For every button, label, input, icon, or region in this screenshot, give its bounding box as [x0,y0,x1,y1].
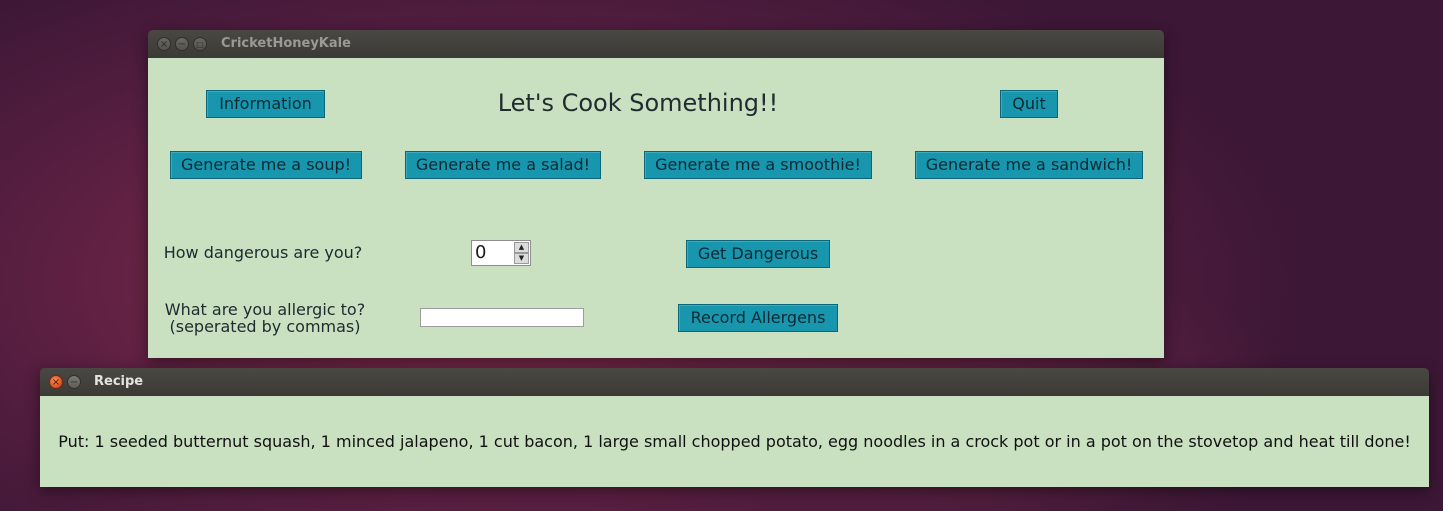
main-window: × − □ CricketHoneyKale Information Let's… [148,30,1164,358]
close-icon[interactable]: × [49,375,63,389]
quit-button[interactable]: Quit [1000,90,1058,118]
recipe-text: Put: 1 seeded butternut squash, 1 minced… [58,432,1411,451]
arrow-up-icon[interactable]: ▲ [514,242,529,253]
generate-smoothie-button[interactable]: Generate me a smoothie! [644,151,872,179]
window-title: Recipe [94,374,144,389]
information-button[interactable]: Information [206,90,325,118]
generate-salad-button[interactable]: Generate me a salad! [405,151,601,179]
minimize-icon[interactable]: − [67,375,81,389]
main-window-titlebar[interactable]: × − □ CricketHoneyKale [148,30,1164,58]
page-title: Let's Cook Something!! [497,89,779,117]
maximize-icon[interactable]: □ [193,37,207,51]
close-icon[interactable]: × [157,37,171,51]
recipe-window: × − Recipe Put: 1 seeded butternut squas… [40,368,1429,487]
minimize-icon[interactable]: − [175,37,189,51]
generate-soup-button[interactable]: Generate me a soup! [170,151,362,179]
get-dangerous-button[interactable]: Get Dangerous [686,240,830,268]
danger-spinbox[interactable]: 0 ▲ ▼ [471,240,531,266]
generate-sandwich-button[interactable]: Generate me a sandwich! [915,151,1143,179]
allergens-input[interactable] [420,308,584,327]
spinbox-arrows: ▲ ▼ [514,242,529,264]
arrow-down-icon[interactable]: ▼ [514,253,529,264]
allergy-label-line2: (seperated by commas) [169,317,361,336]
recipe-window-content: Put: 1 seeded butternut squash, 1 minced… [40,396,1429,487]
record-allergens-button[interactable]: Record Allergens [678,304,838,332]
main-window-content: Information Let's Cook Something!! Quit … [148,58,1164,358]
recipe-window-titlebar[interactable]: × − Recipe [40,368,1429,396]
window-title: CricketHoneyKale [221,36,351,51]
danger-value[interactable]: 0 [475,241,486,265]
danger-label: How dangerous are you? [163,243,363,262]
